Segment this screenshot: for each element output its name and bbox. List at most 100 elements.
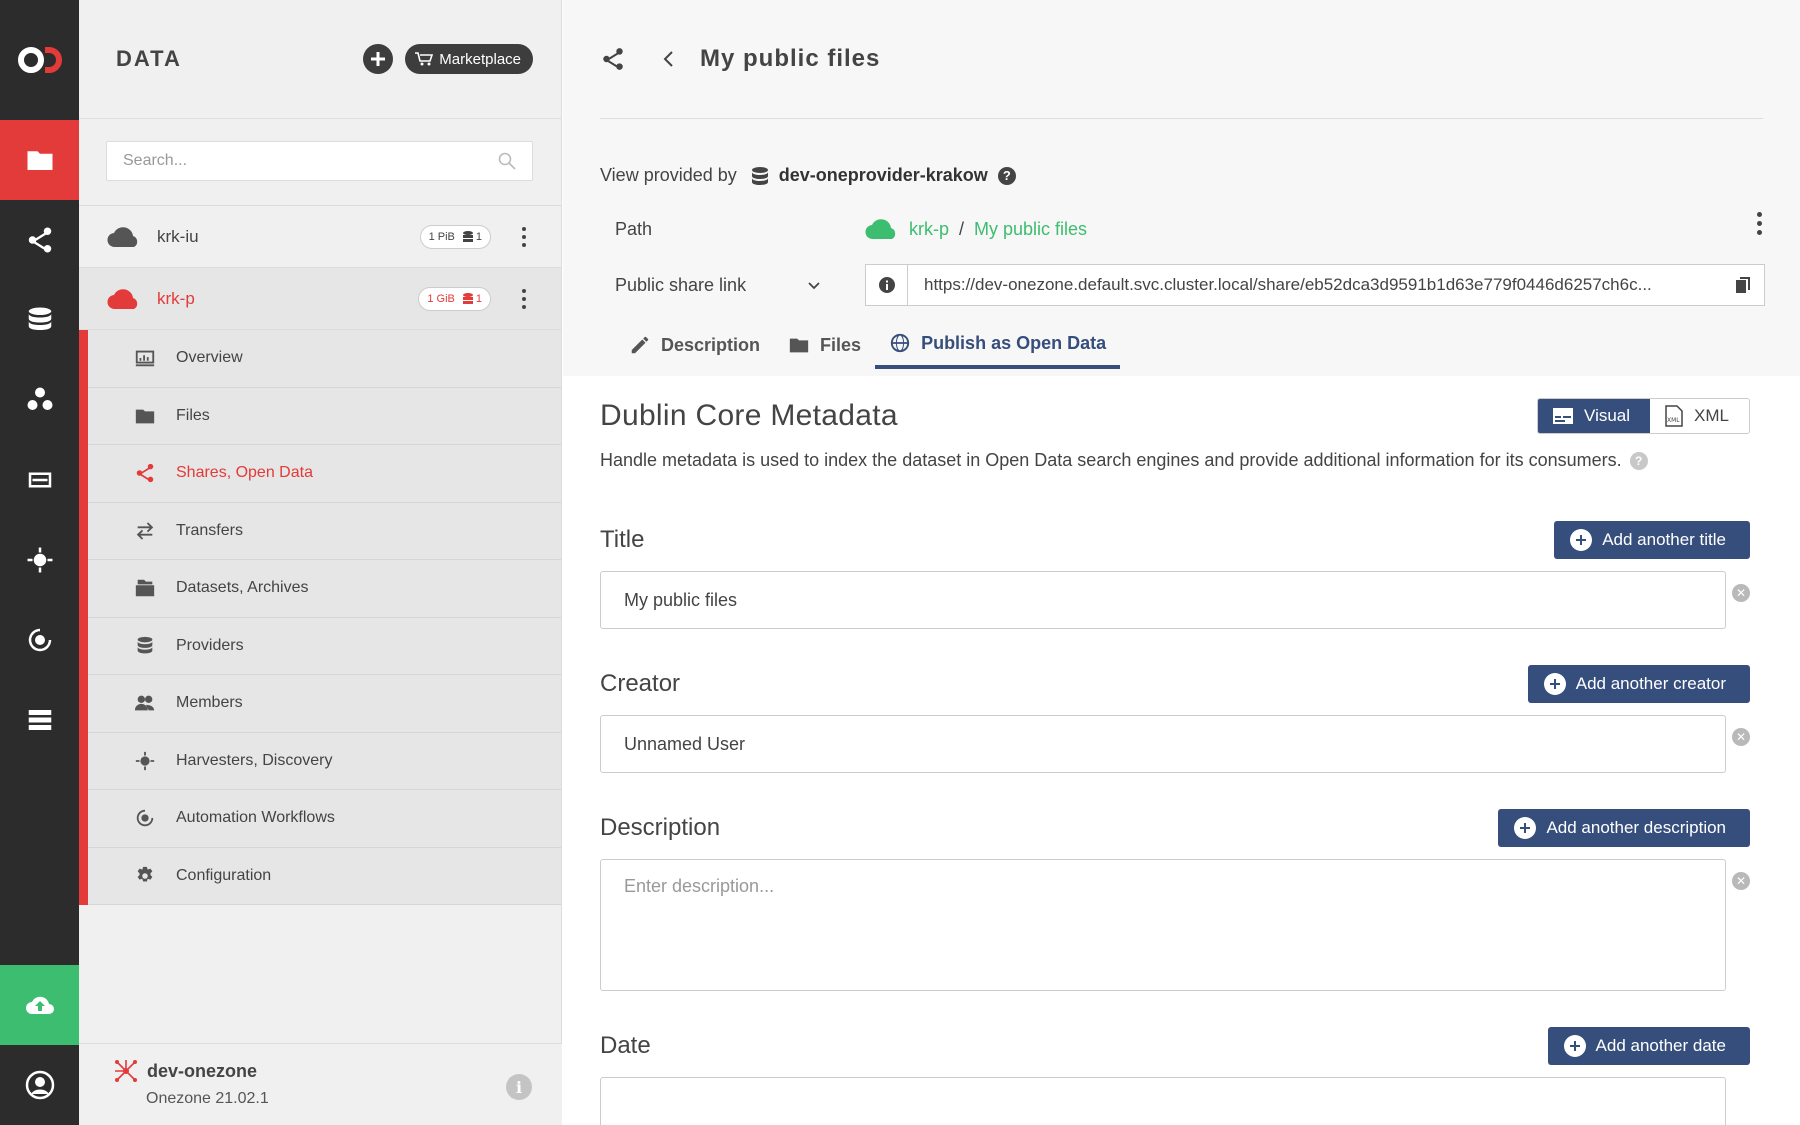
- date-input[interactable]: [600, 1077, 1726, 1125]
- submenu-label: Harvesters, Discovery: [176, 751, 333, 769]
- share-icon[interactable]: [0, 200, 79, 280]
- button-label: Add another title: [1602, 530, 1726, 549]
- space-name: krk-iu: [157, 226, 199, 246]
- field-label: Description: [600, 814, 721, 841]
- pencil-icon: [631, 336, 649, 354]
- cart-icon: [415, 52, 434, 66]
- tab-publish-open-data[interactable]: Publish as Open Data: [875, 321, 1121, 369]
- description-textarea[interactable]: Enter description...: [600, 859, 1726, 991]
- tokens-icon[interactable]: [0, 440, 79, 520]
- title-input[interactable]: My public files: [600, 571, 1726, 629]
- visual-label: Visual: [1584, 406, 1631, 425]
- add-date-button[interactable]: Add another date: [1547, 1027, 1750, 1065]
- help-icon[interactable]: ?: [997, 166, 1016, 185]
- info-icon[interactable]: i: [506, 1074, 532, 1100]
- share-view: My public files View provided by dev-one…: [563, 0, 1800, 1125]
- field-description: Description Add another description Ente…: [600, 809, 1750, 991]
- remove-creator-icon[interactable]: ✕: [1732, 728, 1750, 746]
- share-menu-button[interactable]: [1757, 212, 1762, 235]
- path-label: Path: [615, 218, 653, 239]
- public-link-value[interactable]: https://dev-onezone.default.svc.cluster.…: [908, 275, 1722, 295]
- remove-title-icon[interactable]: ✕: [1732, 584, 1750, 602]
- harvester-icon[interactable]: [0, 520, 79, 600]
- search-input[interactable]: [123, 152, 498, 170]
- submenu-label: Providers: [176, 636, 244, 654]
- copy-icon[interactable]: [1722, 276, 1764, 294]
- link-label: Public share link: [615, 274, 747, 295]
- link-row: Public share link https://dev-onezone.de…: [615, 257, 1800, 313]
- automation-icon[interactable]: [0, 600, 79, 680]
- submenu-shares[interactable]: Shares, Open Data: [88, 445, 561, 503]
- automation-icon: [136, 810, 154, 827]
- submenu-providers[interactable]: Providers: [88, 618, 561, 675]
- button-label: Add another description: [1546, 818, 1726, 837]
- field-label: Title: [600, 526, 645, 553]
- visual-editor-icon: [1553, 408, 1574, 424]
- space-item-krk-p[interactable]: krk-p 1 GiB 1: [79, 268, 561, 330]
- marketplace-label: Marketplace: [439, 50, 521, 68]
- share-header: My public files: [600, 0, 1763, 119]
- globe-icon: [890, 333, 910, 353]
- submenu-overview[interactable]: Overview: [88, 330, 561, 388]
- link-info-icon[interactable]: [866, 265, 908, 305]
- zone-name-row: dev-onezone: [113, 1058, 562, 1084]
- submenu-members[interactable]: Members: [88, 675, 561, 733]
- provider-icon: [751, 166, 768, 185]
- submenu-harvesters[interactable]: Harvesters, Discovery: [88, 733, 561, 790]
- share-header-area: My public files View provided by dev-one…: [563, 0, 1800, 376]
- submenu-files[interactable]: Files: [88, 388, 561, 445]
- space-menu-button[interactable]: [509, 288, 539, 309]
- data-sidebar: DATA Marketplace krk-iu 1 PiB 1 krk-p: [79, 0, 562, 1125]
- tab-files[interactable]: Files: [774, 321, 875, 369]
- chevron-left-icon[interactable]: [658, 48, 680, 70]
- add-creator-button[interactable]: Add another creator: [1527, 665, 1750, 703]
- providers-icon: [137, 636, 153, 654]
- share-tabs: Description Files Publish as Open Data: [615, 321, 1800, 369]
- database-icon[interactable]: [0, 280, 79, 360]
- field-creator: Creator Add another creator Unnamed User…: [600, 665, 1750, 773]
- xml-file-icon: XML: [1665, 405, 1683, 427]
- search-icon[interactable]: [498, 152, 516, 170]
- submenu-label: Files: [176, 406, 210, 424]
- link-type-dropdown[interactable]: Public share link: [615, 275, 865, 296]
- button-label: Add another date: [1595, 1036, 1726, 1055]
- add-title-button[interactable]: Add another title: [1554, 521, 1750, 559]
- path-breadcrumb: krk-p / My public files: [865, 217, 1087, 241]
- field-head: Date Add another date: [600, 1027, 1750, 1065]
- submenu-label: Datasets, Archives: [176, 579, 309, 597]
- user-icon[interactable]: [0, 1045, 79, 1125]
- path-segment-share[interactable]: My public files: [974, 219, 1087, 240]
- share-icon: [603, 48, 623, 70]
- sidebar-title: DATA: [116, 46, 182, 71]
- harvester-icon: [135, 751, 155, 770]
- dc-header: Dublin Core Metadata Visual XML XML: [600, 398, 1750, 434]
- dc-description: Handle metadata is used to index the dat…: [600, 450, 1800, 471]
- submenu-transfers[interactable]: Transfers: [88, 503, 561, 560]
- space-item-krk-iu[interactable]: krk-iu 1 PiB 1: [79, 206, 561, 268]
- upload-cloud-icon[interactable]: [0, 965, 79, 1045]
- submenu-configuration[interactable]: Configuration: [88, 848, 561, 905]
- submenu-datasets[interactable]: Datasets, Archives: [88, 560, 561, 618]
- path-segment-space[interactable]: krk-p: [909, 219, 949, 240]
- remove-description-icon[interactable]: ✕: [1732, 872, 1750, 890]
- zone-name: dev-onezone: [147, 1060, 258, 1081]
- groups-icon[interactable]: [0, 360, 79, 440]
- submenu-automation[interactable]: Automation Workflows: [88, 790, 561, 848]
- onedata-logo[interactable]: [0, 0, 79, 120]
- help-icon[interactable]: ?: [1629, 451, 1648, 470]
- xml-mode-button[interactable]: XML XML: [1650, 399, 1749, 433]
- folder-icon: [135, 409, 155, 424]
- gear-icon: [137, 866, 153, 882]
- visual-mode-button[interactable]: Visual: [1538, 399, 1651, 433]
- clusters-icon[interactable]: [0, 680, 79, 760]
- data-icon[interactable]: [0, 120, 79, 200]
- main-navigation-rail: [0, 0, 79, 1125]
- marketplace-button[interactable]: Marketplace: [405, 44, 533, 74]
- tab-description[interactable]: Description: [615, 321, 774, 369]
- creator-input[interactable]: Unnamed User: [600, 715, 1726, 773]
- space-menu-button[interactable]: [509, 226, 539, 247]
- add-description-button[interactable]: Add another description: [1498, 809, 1750, 847]
- provider-name[interactable]: dev-oneprovider-krakow: [779, 165, 988, 186]
- add-space-button[interactable]: [363, 44, 394, 74]
- space-providers: 1: [475, 292, 482, 305]
